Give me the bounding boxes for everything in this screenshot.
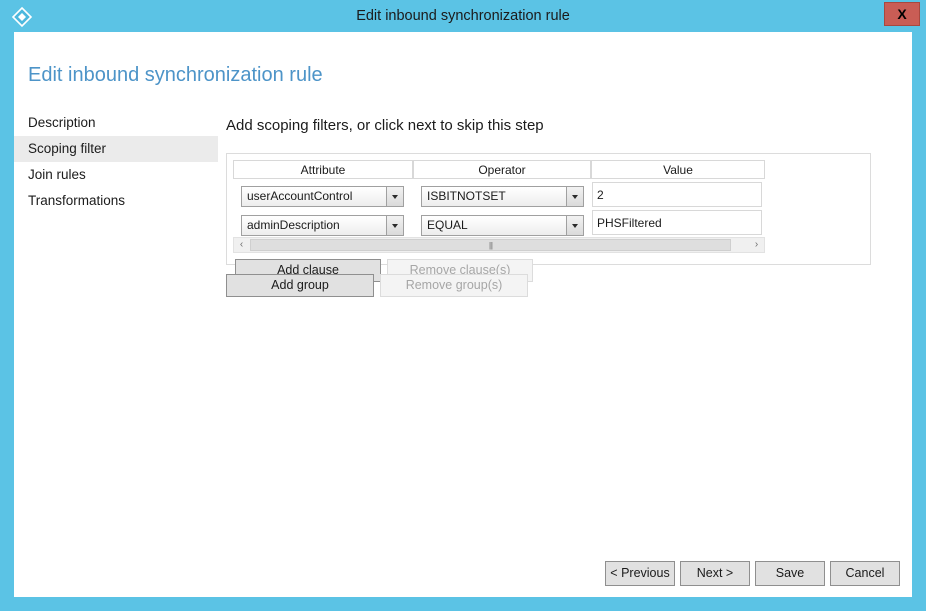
chevron-down-icon[interactable]: [566, 216, 583, 235]
attribute-dropdown-row-2[interactable]: adminDescription: [241, 215, 404, 236]
add-group-button[interactable]: Add group: [226, 274, 374, 297]
sidebar-item-label: Transformations: [28, 193, 126, 208]
scrollbar-thumb[interactable]: [250, 239, 731, 251]
sidebar-item-scoping-filter[interactable]: Scoping filter: [14, 136, 218, 162]
previous-button[interactable]: < Previous: [605, 561, 675, 586]
sidebar-item-description[interactable]: Description: [14, 110, 218, 136]
step-instruction: Add scoping filters, or click next to sk…: [226, 117, 544, 134]
chevron-down-icon[interactable]: [566, 187, 583, 206]
next-button[interactable]: Next >: [680, 561, 750, 586]
sidebar-item-label: Join rules: [28, 167, 86, 182]
sidebar-item-label: Description: [28, 115, 96, 130]
value-input-row-2[interactable]: [592, 210, 762, 235]
value-input-row-1[interactable]: [592, 182, 762, 207]
cancel-button[interactable]: Cancel: [830, 561, 900, 586]
save-button[interactable]: Save: [755, 561, 825, 586]
close-icon[interactable]: X: [884, 2, 920, 26]
column-header-attribute: Attribute: [233, 160, 413, 179]
operator-dropdown-value: ISBITNOTSET: [427, 189, 506, 203]
wizard-step-nav: Description Scoping filter Join rules Tr…: [14, 110, 218, 214]
column-header-operator: Operator: [413, 160, 591, 179]
column-header-value: Value: [591, 160, 765, 179]
scoping-group-panel: Attribute Operator Value userAccountCont…: [226, 153, 871, 282]
sidebar-item-join-rules[interactable]: Join rules: [14, 162, 218, 188]
operator-dropdown-row-1[interactable]: ISBITNOTSET: [421, 186, 584, 207]
title-bar: Edit inbound synchronization rule X: [0, 0, 926, 32]
window-title: Edit inbound synchronization rule: [356, 8, 570, 24]
sidebar-item-transformations[interactable]: Transformations: [14, 188, 218, 214]
dialog-window: Edit inbound synchronization rule X Edit…: [0, 0, 926, 611]
attribute-dropdown-value: adminDescription: [247, 218, 340, 232]
dialog-client-area: Edit inbound synchronization rule Descri…: [14, 32, 912, 597]
operator-dropdown-value: EQUAL: [427, 218, 468, 232]
page-title: Edit inbound synchronization rule: [28, 64, 323, 86]
chevron-down-icon[interactable]: [386, 187, 403, 206]
sidebar-item-label: Scoping filter: [28, 141, 107, 156]
attribute-dropdown-row-1[interactable]: userAccountControl: [241, 186, 404, 207]
chevron-left-icon[interactable]: ‹: [234, 238, 249, 252]
remove-group-button: Remove group(s): [380, 274, 528, 297]
table-horizontal-scrollbar[interactable]: ‹ ›: [233, 237, 765, 253]
operator-dropdown-row-2[interactable]: EQUAL: [421, 215, 584, 236]
chevron-down-icon[interactable]: [386, 216, 403, 235]
attribute-dropdown-value: userAccountControl: [247, 189, 353, 203]
chevron-right-icon[interactable]: ›: [749, 238, 764, 252]
